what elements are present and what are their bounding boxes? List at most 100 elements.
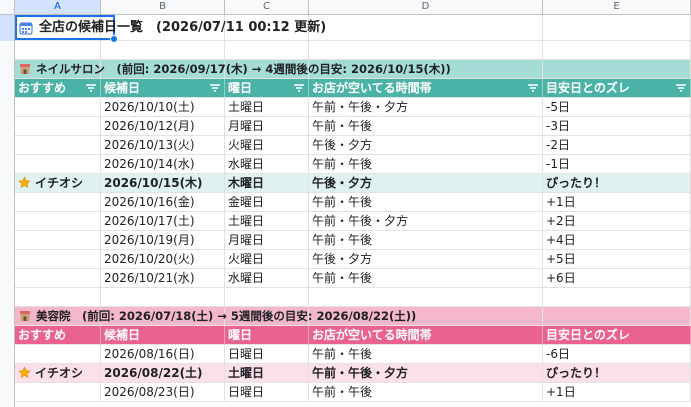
- cell-day[interactable]: 土曜日: [225, 212, 309, 230]
- table-row[interactable]: 2026/10/14(水) 水曜日 午前・午後 -1日: [15, 155, 691, 174]
- filter-icon[interactable]: [676, 84, 686, 92]
- beauty-banner-row[interactable]: 美容院 (前回: 2026/07/18(土) → 5週間後の目安: 2026/0…: [15, 307, 691, 326]
- cell-time[interactable]: 午前・午後: [309, 383, 543, 401]
- cell-day[interactable]: 日曜日: [225, 345, 309, 363]
- cell-time[interactable]: 午前・午後: [309, 117, 543, 135]
- cell-recommend[interactable]: [15, 155, 101, 173]
- cell-date[interactable]: 2026/10/13(火): [101, 136, 225, 154]
- cell-recommend[interactable]: [15, 117, 101, 135]
- cell-date[interactable]: 2026/10/15(木): [101, 174, 225, 192]
- cell-day[interactable]: 水曜日: [225, 269, 309, 287]
- cell-time[interactable]: 午前・午後: [309, 345, 543, 363]
- cell-diff[interactable]: -3日: [543, 117, 691, 135]
- cell-diff[interactable]: -2日: [543, 136, 691, 154]
- nail-banner-row[interactable]: ネイルサロン (前回: 2026/09/17(木) → 4週間後の目安: 202…: [15, 60, 691, 79]
- cell-diff[interactable]: ぴったり！: [543, 174, 691, 192]
- cell-time[interactable]: 午後・夕方: [309, 174, 543, 192]
- beauty-header-time[interactable]: お店が空いてる時間帯: [309, 326, 543, 344]
- cell-recommend[interactable]: [15, 212, 101, 230]
- cell-diff[interactable]: +1日: [543, 383, 691, 401]
- cell-recommend[interactable]: [15, 193, 101, 211]
- beauty-header-date[interactable]: 候補日: [101, 326, 225, 344]
- cell-date[interactable]: 2026/10/21(水): [101, 269, 225, 287]
- cell-time[interactable]: 午後・夕方: [309, 250, 543, 268]
- filter-icon[interactable]: [86, 84, 96, 92]
- filter-icon[interactable]: [294, 84, 304, 92]
- filter-icon[interactable]: [528, 84, 538, 92]
- cell-date[interactable]: 2026/10/14(水): [101, 155, 225, 173]
- table-row[interactable]: 2026/10/16(金) 金曜日 午前・午後 +1日: [15, 193, 691, 212]
- beauty-header-day[interactable]: 曜日: [225, 326, 309, 344]
- cell-time[interactable]: 午後・夕方: [309, 136, 543, 154]
- nail-header-day[interactable]: 曜日: [225, 79, 309, 97]
- cell-diff[interactable]: -6日: [543, 345, 691, 363]
- cell-date[interactable]: 2026/10/16(金): [101, 193, 225, 211]
- cell-recommend[interactable]: イチオシ: [15, 364, 101, 382]
- cell-time[interactable]: 午前・午後: [309, 231, 543, 249]
- cell-time[interactable]: 午前・午後: [309, 193, 543, 211]
- cell-day[interactable]: 月曜日: [225, 231, 309, 249]
- cell-date[interactable]: 2026/10/17(土): [101, 212, 225, 230]
- cell-diff[interactable]: +6日: [543, 269, 691, 287]
- cell-diff[interactable]: -5日: [543, 98, 691, 116]
- table-row[interactable]: 2026/10/12(月) 月曜日 午前・午後 -3日: [15, 117, 691, 136]
- cell-day[interactable]: 日曜日: [225, 383, 309, 401]
- cell-diff[interactable]: +2日: [543, 212, 691, 230]
- nail-header-diff[interactable]: 目安日とのズレ: [543, 79, 691, 97]
- cell-diff[interactable]: +4日: [543, 231, 691, 249]
- cell-diff[interactable]: +5日: [543, 250, 691, 268]
- cell-recommend[interactable]: [15, 345, 101, 363]
- cell-time[interactable]: 午前・午後: [309, 269, 543, 287]
- nail-header-date[interactable]: 候補日: [101, 79, 225, 97]
- table-row[interactable]: 2026/10/10(土) 土曜日 午前・午後・夕方 -5日: [15, 98, 691, 117]
- cell-date[interactable]: 2026/08/16(日): [101, 345, 225, 363]
- column-header-b[interactable]: B: [101, 0, 225, 14]
- cell-day[interactable]: 土曜日: [225, 98, 309, 116]
- table-row[interactable]: 2026/08/23(日) 日曜日 午前・午後 +1日: [15, 383, 691, 402]
- cell-date[interactable]: 2026/08/22(土): [101, 364, 225, 382]
- cell-time[interactable]: 午前・午後・夕方: [309, 98, 543, 116]
- cell-recommend[interactable]: [15, 383, 101, 401]
- cell-date[interactable]: 2026/08/23(日): [101, 383, 225, 401]
- cell-date[interactable]: 2026/10/20(火): [101, 250, 225, 268]
- cell-time[interactable]: 午前・午後・夕方: [309, 212, 543, 230]
- cell-recommend[interactable]: [15, 269, 101, 287]
- cell-day[interactable]: 火曜日: [225, 136, 309, 154]
- top-pick-row[interactable]: イチオシ 2026/10/15(木) 木曜日 午後・夕方 ぴったり！: [15, 174, 691, 193]
- nail-header-time[interactable]: お店が空いてる時間帯: [309, 79, 543, 97]
- column-header-a[interactable]: A: [15, 0, 101, 14]
- cell-date[interactable]: 2026/10/10(土): [101, 98, 225, 116]
- table-row[interactable]: 2026/10/19(月) 月曜日 午前・午後 +4日: [15, 231, 691, 250]
- column-header-e[interactable]: E: [543, 0, 691, 14]
- cell-day[interactable]: 月曜日: [225, 117, 309, 135]
- cell-date[interactable]: 2026/10/12(月): [101, 117, 225, 135]
- cell-time[interactable]: 午前・午後・夕方: [309, 364, 543, 382]
- column-header-c[interactable]: C: [225, 0, 309, 14]
- table-row[interactable]: 2026/10/17(土) 土曜日 午前・午後・夕方 +2日: [15, 212, 691, 231]
- cell-diff[interactable]: ぴったり！: [543, 364, 691, 382]
- beauty-header-diff[interactable]: 目安日とのズレ: [543, 326, 691, 344]
- title-row[interactable]: 全店の候補日一覧 (2026/07/11 00:12 更新): [15, 15, 691, 43]
- top-pick-row[interactable]: イチオシ 2026/08/22(土) 土曜日 午前・午後・夕方 ぴったり！: [15, 364, 691, 383]
- cell-recommend[interactable]: [15, 136, 101, 154]
- table-row[interactable]: 2026/08/16(日) 日曜日 午前・午後 -6日: [15, 345, 691, 364]
- cell-recommend[interactable]: [15, 98, 101, 116]
- select-all-corner[interactable]: [0, 0, 15, 14]
- table-row[interactable]: 2026/10/20(火) 火曜日 午後・夕方 +5日: [15, 250, 691, 269]
- cell-time[interactable]: 午前・午後: [309, 155, 543, 173]
- table-row[interactable]: 2026/10/13(火) 火曜日 午後・夕方 -2日: [15, 136, 691, 155]
- cell-day[interactable]: 土曜日: [225, 364, 309, 382]
- cell-recommend[interactable]: [15, 250, 101, 268]
- cell-day[interactable]: 木曜日: [225, 174, 309, 192]
- cell-diff[interactable]: +1日: [543, 193, 691, 211]
- cell-date[interactable]: 2026/10/19(月): [101, 231, 225, 249]
- cell-day[interactable]: 火曜日: [225, 250, 309, 268]
- beauty-header-recommend[interactable]: おすすめ: [15, 326, 101, 344]
- cell-day[interactable]: 金曜日: [225, 193, 309, 211]
- nail-header-recommend[interactable]: おすすめ: [15, 79, 101, 97]
- cell-recommend[interactable]: イチオシ: [15, 174, 101, 192]
- cell-recommend[interactable]: [15, 231, 101, 249]
- blank-row[interactable]: [15, 288, 691, 307]
- cell-diff[interactable]: -1日: [543, 155, 691, 173]
- table-row[interactable]: 2026/10/21(水) 水曜日 午前・午後 +6日: [15, 269, 691, 288]
